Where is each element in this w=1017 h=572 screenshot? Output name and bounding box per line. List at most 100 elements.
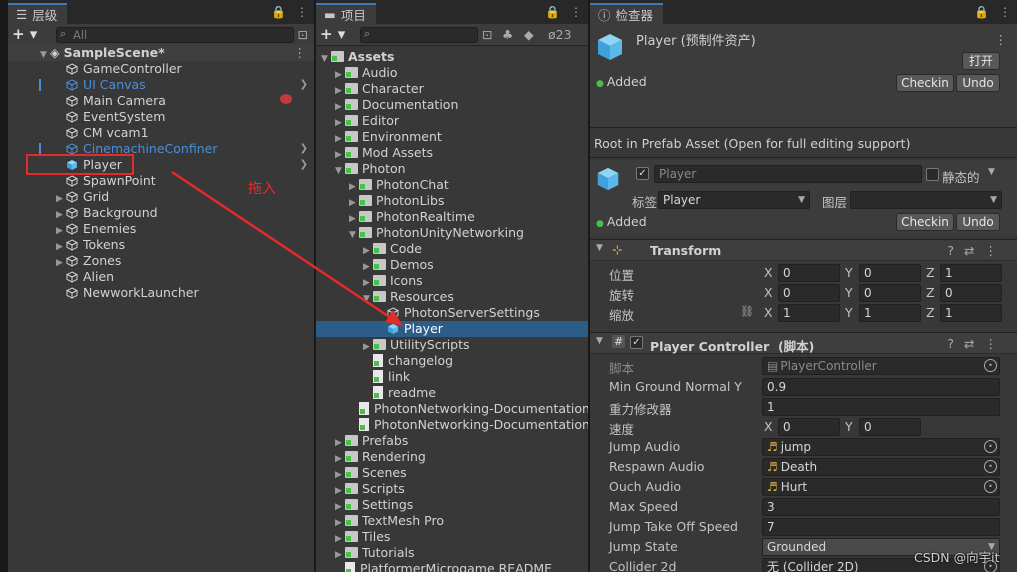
project-item[interactable]: ▶ Scripts [316,481,588,497]
transform-pos-x-field[interactable]: 0 [778,264,840,282]
velocity-y-field[interactable]: 0 [859,418,921,436]
more-icon[interactable]: ⋮ [296,5,308,19]
project-item[interactable]: PhotonNetworking-Documentation [316,401,588,417]
project-item[interactable]: ▶ Editor [316,113,588,129]
checkin-button[interactable]: Checkin [896,74,954,92]
static-dropdown-icon[interactable]: ▼ [988,167,995,177]
collapse-arrow-icon[interactable]: ▼ [596,243,603,253]
object-picker-icon[interactable]: • [984,480,997,493]
field-value[interactable]: 3 [762,498,1000,516]
project-item[interactable]: ▶ Audio [316,65,588,81]
more-icon[interactable]: ⋮ [999,5,1011,19]
label-icon[interactable]: ◆ [524,27,534,42]
project-item[interactable]: changelog [316,353,588,369]
transform-scale-y-field[interactable]: 1 [859,304,921,322]
add-button[interactable]: + ▾ [12,25,37,43]
search-input[interactable]: ⌕ [360,27,478,43]
hierarchy-item[interactable]: CM vcam1 [8,125,314,141]
project-item[interactable]: ▶ Mod Assets [316,145,588,161]
project-item[interactable]: PhotonNetworking-Documentation [316,417,588,433]
tab-inspector[interactable]: ⓘ 检查器 [590,3,664,24]
project-item[interactable]: ▶ Settings [316,497,588,513]
checkin-button[interactable]: Checkin [896,213,954,231]
hierarchy-item[interactable]: GameController [8,61,314,77]
project-item[interactable]: ▶ Tutorials [316,545,588,561]
project-item[interactable]: ▶ PhotonChat [316,177,588,193]
hierarchy-item[interactable]: NewworkLauncher [8,285,314,301]
transform-pos-z-field[interactable]: 1 [940,264,1002,282]
scene-row[interactable]: ▼ ◈ SampleScene* ⋮ [8,45,314,61]
project-item[interactable]: ▶ Rendering [316,449,588,465]
project-item[interactable]: readme [316,385,588,401]
project-item[interactable]: ▶ Icons [316,273,588,289]
type-filter-icon[interactable]: ♣ [502,27,513,42]
project-item[interactable]: ▶ UtilityScripts [316,337,588,353]
transform-rot-y-field[interactable]: 0 [859,284,921,302]
active-checkbox[interactable]: ✓ [636,167,649,180]
field-value[interactable]: ♬ Hurt • [762,478,1000,496]
project-item[interactable]: ▼ PhotonUnityNetworking [316,225,588,241]
field-value[interactable]: ♬ jump • [762,438,1000,456]
undo-button[interactable]: Undo [956,213,1000,231]
tab-project[interactable]: ▬ 项目 [316,3,376,24]
hierarchy-item[interactable]: ▶ Tokens [8,237,314,253]
transform-rot-z-field[interactable]: 0 [940,284,1002,302]
player-controller-header[interactable]: ▼ # ✓ Player Controller (脚本) ?⇄⋮ [590,332,1017,354]
lock-icon[interactable]: 🔒 [271,5,286,19]
project-item[interactable]: Player [316,321,588,337]
hierarchy-item[interactable]: ▶ Enemies [8,221,314,237]
hierarchy-item[interactable]: Main Camera [8,93,314,109]
hidden-count[interactable]: ø23 [548,27,572,42]
filter-icon[interactable]: ⊡ [482,27,492,42]
project-item[interactable]: ▼ Photon [316,161,588,177]
hierarchy-item[interactable]: Alien [8,269,314,285]
object-picker-icon[interactable]: • [984,440,997,453]
transform-scale-x-field[interactable]: 1 [778,304,840,322]
transform-header[interactable]: ▼ ⊹ Transform ?⇄⋮ [590,239,1017,261]
project-item[interactable]: ▼ Assets [316,49,588,65]
project-item[interactable]: ▶ PhotonLibs [316,193,588,209]
project-item[interactable]: ▶ Code [316,241,588,257]
filter-icon[interactable]: ⊡ [298,27,308,42]
chevron-right-icon[interactable]: ❯ [300,141,308,157]
project-item[interactable]: ▶ Demos [316,257,588,273]
lock-icon[interactable]: 🔒 [974,5,989,19]
more-icon[interactable]: ⋮ [570,5,582,19]
layer-dropdown[interactable]: ▼ [850,191,1002,209]
project-item[interactable]: ▶ Environment [316,129,588,145]
project-item[interactable]: PhotonServerSettings [316,305,588,321]
field-value[interactable]: 1 [762,398,1000,416]
chevron-right-icon[interactable]: ❯ [300,157,308,173]
project-item[interactable]: ▶ Scenes [316,465,588,481]
hierarchy-item[interactable]: UI Canvas ❯ [8,77,314,93]
add-button[interactable]: + ▾ [320,25,345,43]
chevron-right-icon[interactable]: ❯ [300,77,308,93]
project-item[interactable]: ▶ Tiles [316,529,588,545]
field-value[interactable]: ♬ Death • [762,458,1000,476]
name-field[interactable]: Player [654,165,922,183]
undo-button[interactable]: Undo [956,74,1000,92]
more-icon[interactable]: ⋮ [294,45,307,61]
lock-icon[interactable]: 🔒 [545,5,560,19]
component-tools[interactable]: ?⇄⋮ [947,336,1007,351]
field-value[interactable]: 0.9 [762,378,1000,396]
hierarchy-item[interactable]: EventSystem [8,109,314,125]
project-item[interactable]: PlatformerMicrogame README [316,561,588,572]
hierarchy-item[interactable]: ▶ Background [8,205,314,221]
component-tools[interactable]: ?⇄⋮ [947,243,1007,258]
transform-scale-z-field[interactable]: 1 [940,304,1002,322]
collapse-arrow-icon[interactable]: ▼ [596,336,603,346]
transform-rot-x-field[interactable]: 0 [778,284,840,302]
transform-pos-y-field[interactable]: 0 [859,264,921,282]
script-field[interactable]: ▤ PlayerController • [762,357,1000,375]
field-value[interactable]: 7 [762,518,1000,536]
tab-hierarchy[interactable]: ☰ 层级 [8,3,68,24]
project-item[interactable]: ▶ Prefabs [316,433,588,449]
tag-dropdown[interactable]: Player ▼ [658,191,810,209]
project-item[interactable]: ▶ TextMesh Pro [316,513,588,529]
link-icon[interactable]: ⛓ [740,305,754,318]
object-picker-icon[interactable]: • [984,359,997,372]
project-item[interactable]: ▶ PhotonRealtime [316,209,588,225]
project-item[interactable]: ▼ Resources [316,289,588,305]
project-item[interactable]: ▶ Documentation [316,97,588,113]
